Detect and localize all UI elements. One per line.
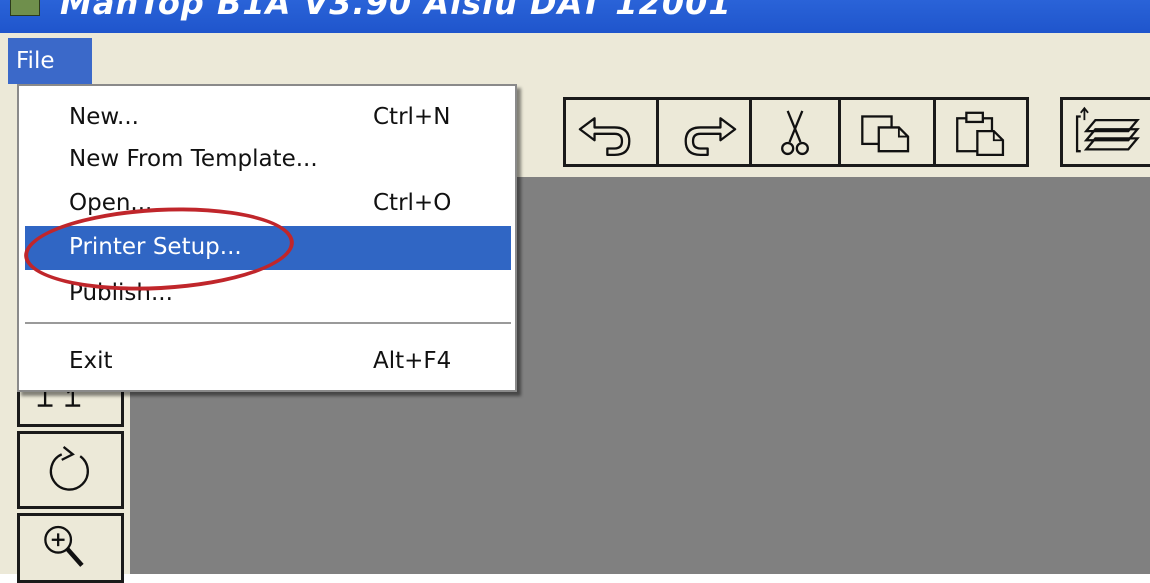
menu-file[interactable]: File (8, 38, 92, 84)
redo-button[interactable] (656, 97, 752, 167)
cut-button[interactable] (749, 97, 841, 167)
zoom-in-icon (44, 525, 84, 567)
app-icon (10, 0, 40, 16)
undo-icon (578, 117, 631, 156)
window-title: MahTop B1A V3.90 Alsiu DAT 12001 (60, 0, 732, 22)
layers-button[interactable] (1060, 97, 1150, 167)
menu-item-new-from-template[interactable]: New From Template... (19, 138, 515, 180)
zoom-in-button[interactable] (17, 513, 124, 583)
layers-icon (1075, 106, 1140, 153)
menu-bar (0, 33, 1150, 85)
menu-item-label: New From Template... (69, 146, 318, 172)
paste-button[interactable] (933, 97, 1029, 167)
menu-item-label: New... (69, 104, 139, 130)
menu-file-label: File (16, 48, 55, 74)
menu-item-new[interactable]: New... Ctrl+N (19, 96, 515, 138)
copy-icon (861, 115, 910, 153)
rotate-icon (49, 446, 89, 491)
copy-button[interactable] (838, 97, 936, 167)
menu-separator (25, 322, 511, 325)
menu-item-shortcut: Alt+F4 (373, 348, 452, 374)
rotate-button[interactable] (17, 431, 124, 509)
title-bar: MahTop B1A V3.90 Alsiu DAT 12001 (0, 0, 1150, 33)
undo-button[interactable] (563, 97, 659, 167)
menu-item-shortcut: Ctrl+N (373, 104, 451, 130)
cut-icon (781, 110, 809, 156)
menu-item-label: Exit (69, 348, 113, 374)
paste-icon (956, 111, 1005, 156)
menu-item-exit[interactable]: Exit Alt+F4 (19, 340, 515, 382)
menu-item-shortcut: Ctrl+O (373, 190, 452, 216)
redo-icon (684, 117, 737, 156)
